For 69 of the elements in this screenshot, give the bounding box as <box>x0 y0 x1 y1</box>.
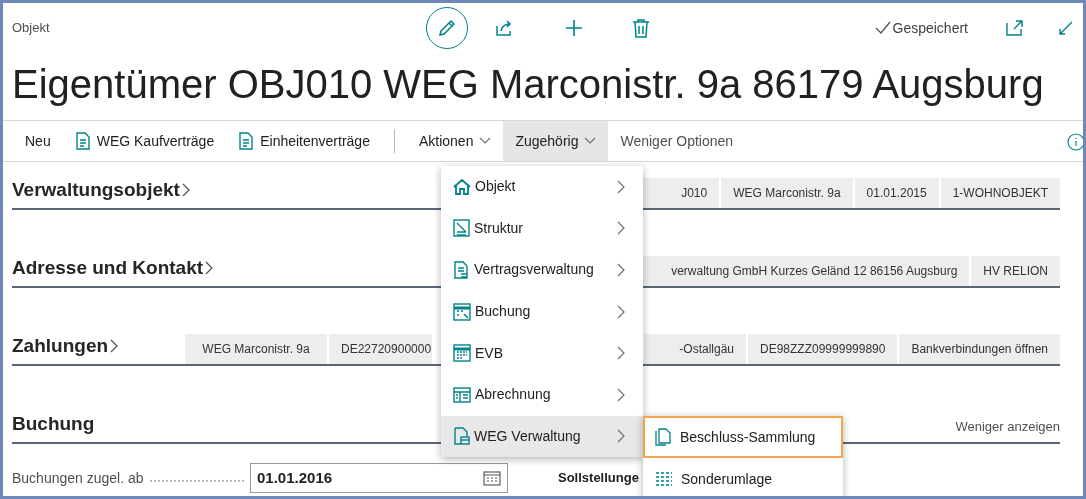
action-button[interactable]: Neu <box>13 121 63 161</box>
chevron-right-icon <box>617 179 625 194</box>
save-status: Gespeichert <box>892 18 968 38</box>
open-in-new-window-icon[interactable] <box>1006 20 1024 36</box>
summary-field[interactable]: 01.01.2015 <box>854 178 939 208</box>
summary-field[interactable]: HV RELION <box>971 256 1060 286</box>
trash-icon[interactable] <box>632 18 650 38</box>
summary-field[interactable]: Bankverbindungen öffnen <box>899 334 1060 364</box>
plus-icon[interactable] <box>564 18 584 38</box>
menu-item[interactable]: Buchung <box>441 290 643 333</box>
chevron-right-icon <box>617 346 625 361</box>
link[interactable]: Weniger anzeigen <box>955 416 1060 442</box>
menu-item[interactable]: Abrechnung <box>441 373 643 416</box>
summary-field[interactable]: WEG Marconistr. 9a <box>721 178 853 208</box>
expand-icon[interactable] <box>1058 20 1072 36</box>
page-title: Eigentümer OBJ010 WEG Marconistr. 9a 86179 Augsburg <box>12 61 1045 108</box>
menu-item[interactable]: EVB <box>441 332 643 374</box>
summary-field[interactable]: J010 <box>643 178 720 208</box>
record-type-label: Objekt <box>12 19 51 38</box>
field-label: Buchungen zugel. ab <box>12 468 144 488</box>
dashed-list-icon <box>655 471 673 487</box>
summary-field[interactable]: 1-WOHNOBJEKT <box>940 178 1060 208</box>
menu-item[interactable]: WEG Verwaltung <box>441 415 643 458</box>
chart-document-icon <box>453 219 470 238</box>
share-icon[interactable] <box>494 18 514 38</box>
summary-field[interactable]: DE22720900000 <box>329 334 432 364</box>
info-icon[interactable] <box>1067 133 1083 151</box>
chevron-right-icon <box>617 387 625 402</box>
document-icon <box>238 132 255 150</box>
section-title[interactable]: Verwaltungsobjekt <box>12 175 190 208</box>
menu-item[interactable]: Sonderumlage <box>643 458 843 496</box>
menu-item[interactable]: Vertragsverwaltung <box>441 249 643 291</box>
table-icon <box>453 386 471 403</box>
date-input-field[interactable]: 01.01.2016 <box>250 463 508 493</box>
pencil-icon <box>437 18 457 38</box>
chevron-right-icon <box>205 260 214 275</box>
section-title[interactable]: Buchung <box>12 409 95 442</box>
section-title[interactable]: Adresse und Kontakt <box>12 253 214 286</box>
chevron-down-icon <box>584 137 597 145</box>
menu-item[interactable]: Beschluss-Sammlung <box>643 416 843 458</box>
link[interactable]: Weniger Optionen <box>608 121 746 161</box>
document-icon <box>74 132 91 150</box>
menu-button[interactable]: Aktionen <box>406 121 504 161</box>
menu-item[interactable]: Objekt <box>441 166 643 208</box>
copy-icon <box>655 428 672 446</box>
menu-item[interactable]: Struktur <box>441 207 643 250</box>
section-title[interactable]: Zahlungen <box>12 331 119 364</box>
menu-button[interactable]: Zugehörig <box>503 121 609 161</box>
house-icon <box>453 178 471 196</box>
chevron-right-icon <box>617 429 625 444</box>
chevron-right-icon <box>617 263 625 277</box>
summary-field[interactable]: verwaltung GmbH Kurzes Geländ 12 86156 Augsburg <box>643 256 970 286</box>
calendar-icon[interactable] <box>483 470 501 486</box>
document-list-icon <box>453 261 470 279</box>
check-icon <box>874 21 891 35</box>
chevron-right-icon <box>617 221 625 236</box>
chevron-right-icon <box>181 182 190 197</box>
action-button[interactable]: Einheitenverträge <box>226 121 382 161</box>
chevron-down-icon <box>479 137 492 145</box>
chevron-right-icon <box>617 304 625 319</box>
calendar-grid-icon <box>453 302 471 321</box>
chevron-right-icon <box>110 338 119 353</box>
action-button[interactable]: WEG Kaufverträge <box>62 121 227 161</box>
summary-field[interactable]: WEG Marconistr. 9a <box>185 334 327 364</box>
calendar-grid-icon <box>453 344 471 363</box>
field-label: Sollstellunge <box>558 469 639 488</box>
summary-field[interactable]: DE98ZZZ09999999890 <box>748 334 898 364</box>
document-table-icon <box>453 427 470 446</box>
summary-field[interactable]: -Ostallgäu <box>644 334 746 364</box>
